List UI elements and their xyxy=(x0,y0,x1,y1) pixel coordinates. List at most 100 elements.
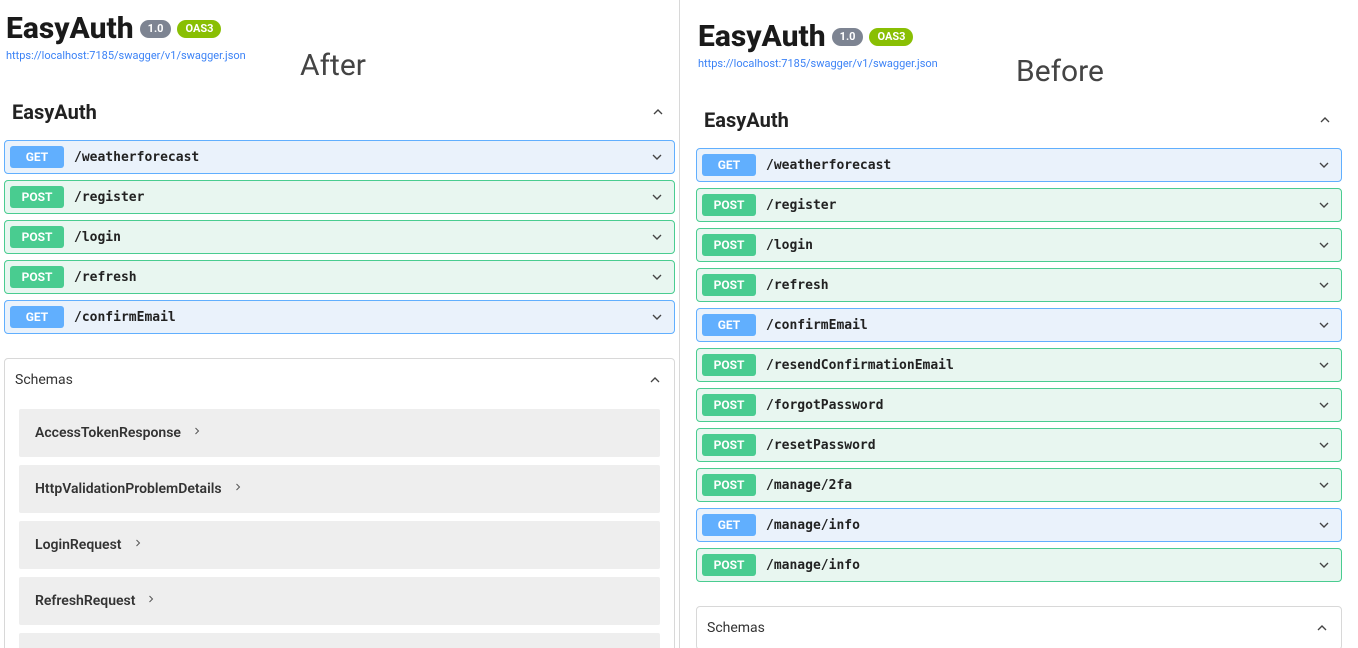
operation-path: /manage/info xyxy=(766,558,1315,573)
chevron-down-icon xyxy=(1315,316,1333,334)
chevron-right-icon xyxy=(191,425,203,441)
operation-path: /manage/info xyxy=(766,518,1315,533)
chevron-up-icon xyxy=(1313,619,1331,637)
method-badge: POST xyxy=(10,226,64,248)
schema-item[interactable]: HttpValidationProblemDetails xyxy=(19,465,660,513)
method-badge: POST xyxy=(10,266,64,288)
method-badge: POST xyxy=(702,194,756,216)
operation-row[interactable]: GET/confirmEmail xyxy=(4,300,675,334)
operation-path: /register xyxy=(766,198,1315,213)
operation-row[interactable]: POST/register xyxy=(4,180,675,214)
api-title: EasyAuth xyxy=(698,20,826,53)
operation-path: /resetPassword xyxy=(766,438,1315,453)
schema-name: AccessTokenResponse xyxy=(35,425,181,441)
schema-item[interactable]: RefreshRequest xyxy=(19,577,660,625)
tag-label: EasyAuth xyxy=(12,100,97,124)
operation-row[interactable]: POST/login xyxy=(696,228,1342,262)
chevron-down-icon xyxy=(1315,516,1333,534)
chevron-right-icon xyxy=(145,593,157,609)
method-badge: POST xyxy=(702,434,756,456)
schemas-header[interactable]: Schemas xyxy=(697,607,1341,648)
operations-list: GET/weatherforecastPOST/registerPOST/log… xyxy=(696,148,1342,582)
operation-path: /resendConfirmationEmail xyxy=(766,358,1315,373)
chevron-up-icon xyxy=(1316,111,1334,129)
method-badge: GET xyxy=(702,154,756,176)
title-row: EasyAuth 1.0 OAS3 xyxy=(696,16,1342,53)
tag-header-easyauth[interactable]: EasyAuth xyxy=(4,90,675,134)
chevron-down-icon xyxy=(648,188,666,206)
schemas-label: Schemas xyxy=(707,620,765,636)
operation-row[interactable]: POST/refresh xyxy=(4,260,675,294)
chevron-right-icon xyxy=(232,481,244,497)
schemas-list: AccessTokenResponse HttpValidationProblem… xyxy=(5,409,674,648)
chevron-down-icon xyxy=(1315,276,1333,294)
chevron-down-icon xyxy=(1315,396,1333,414)
tag-header-easyauth[interactable]: EasyAuth xyxy=(696,98,1342,142)
chevron-down-icon xyxy=(1315,236,1333,254)
schema-item[interactable]: LoginRequest xyxy=(19,521,660,569)
operation-row[interactable]: GET/weatherforecast xyxy=(696,148,1342,182)
chevron-down-icon xyxy=(1315,476,1333,494)
method-badge: POST xyxy=(702,554,756,576)
chevron-up-icon xyxy=(646,371,664,389)
operation-path: /refresh xyxy=(766,278,1315,293)
chevron-down-icon xyxy=(648,228,666,246)
panel-before: EasyAuth 1.0 OAS3 https://localhost:7185… xyxy=(680,0,1358,648)
chevron-down-icon xyxy=(648,268,666,286)
method-badge: POST xyxy=(702,394,756,416)
api-title: EasyAuth xyxy=(6,12,134,45)
operation-row[interactable]: POST/refresh xyxy=(696,268,1342,302)
operation-row[interactable]: POST/manage/2fa xyxy=(696,468,1342,502)
schema-name: HttpValidationProblemDetails xyxy=(35,481,222,497)
schemas-section: Schemas AccessTokenResponse HttpValidatio… xyxy=(4,358,675,648)
operation-row[interactable]: POST/forgotPassword xyxy=(696,388,1342,422)
chevron-down-icon xyxy=(1315,436,1333,454)
schema-item[interactable]: RegisterRequest xyxy=(19,633,660,648)
method-badge: POST xyxy=(702,234,756,256)
chevron-right-icon xyxy=(132,537,144,553)
overlay-label-before: Before xyxy=(1016,54,1104,89)
operation-path: /login xyxy=(74,230,648,245)
operation-path: /register xyxy=(74,190,648,205)
method-badge: POST xyxy=(702,354,756,376)
schema-name: LoginRequest xyxy=(35,537,122,553)
schemas-section: Schemas xyxy=(696,606,1342,648)
tag-label: EasyAuth xyxy=(704,108,789,132)
operation-row[interactable]: POST/register xyxy=(696,188,1342,222)
method-badge: POST xyxy=(702,474,756,496)
operation-row[interactable]: GET/weatherforecast xyxy=(4,140,675,174)
method-badge: POST xyxy=(702,274,756,296)
operation-row[interactable]: GET/confirmEmail xyxy=(696,308,1342,342)
chevron-down-icon xyxy=(1315,156,1333,174)
panel-after: EasyAuth 1.0 OAS3 https://localhost:7185… xyxy=(0,0,680,648)
schema-item[interactable]: AccessTokenResponse xyxy=(19,409,660,457)
version-badge: 1.0 xyxy=(832,28,864,46)
operation-path: /weatherforecast xyxy=(74,150,648,165)
operation-row[interactable]: POST/resetPassword xyxy=(696,428,1342,462)
operation-row[interactable]: POST/manage/info xyxy=(696,548,1342,582)
operation-row[interactable]: POST/resendConfirmationEmail xyxy=(696,348,1342,382)
method-badge: GET xyxy=(702,514,756,536)
method-badge: GET xyxy=(10,146,64,168)
chevron-down-icon xyxy=(648,308,666,326)
overlay-label-after: After xyxy=(300,48,366,83)
chevron-down-icon xyxy=(648,148,666,166)
operation-path: /confirmEmail xyxy=(74,310,648,325)
oas-badge: OAS3 xyxy=(177,20,221,38)
title-row: EasyAuth 1.0 OAS3 xyxy=(4,8,675,45)
operation-row[interactable]: GET/manage/info xyxy=(696,508,1342,542)
version-badge: 1.0 xyxy=(140,20,172,38)
operation-path: /login xyxy=(766,238,1315,253)
operation-path: /manage/2fa xyxy=(766,478,1315,493)
operation-path: /confirmEmail xyxy=(766,318,1315,333)
oas-badge: OAS3 xyxy=(869,28,913,46)
operation-path: /forgotPassword xyxy=(766,398,1315,413)
operations-list: GET/weatherforecastPOST/registerPOST/log… xyxy=(4,140,675,334)
chevron-up-icon xyxy=(649,103,667,121)
chevron-down-icon xyxy=(1315,556,1333,574)
method-badge: POST xyxy=(10,186,64,208)
operation-path: /weatherforecast xyxy=(766,158,1315,173)
schemas-label: Schemas xyxy=(15,372,73,388)
operation-row[interactable]: POST/login xyxy=(4,220,675,254)
schemas-header[interactable]: Schemas xyxy=(5,359,674,401)
